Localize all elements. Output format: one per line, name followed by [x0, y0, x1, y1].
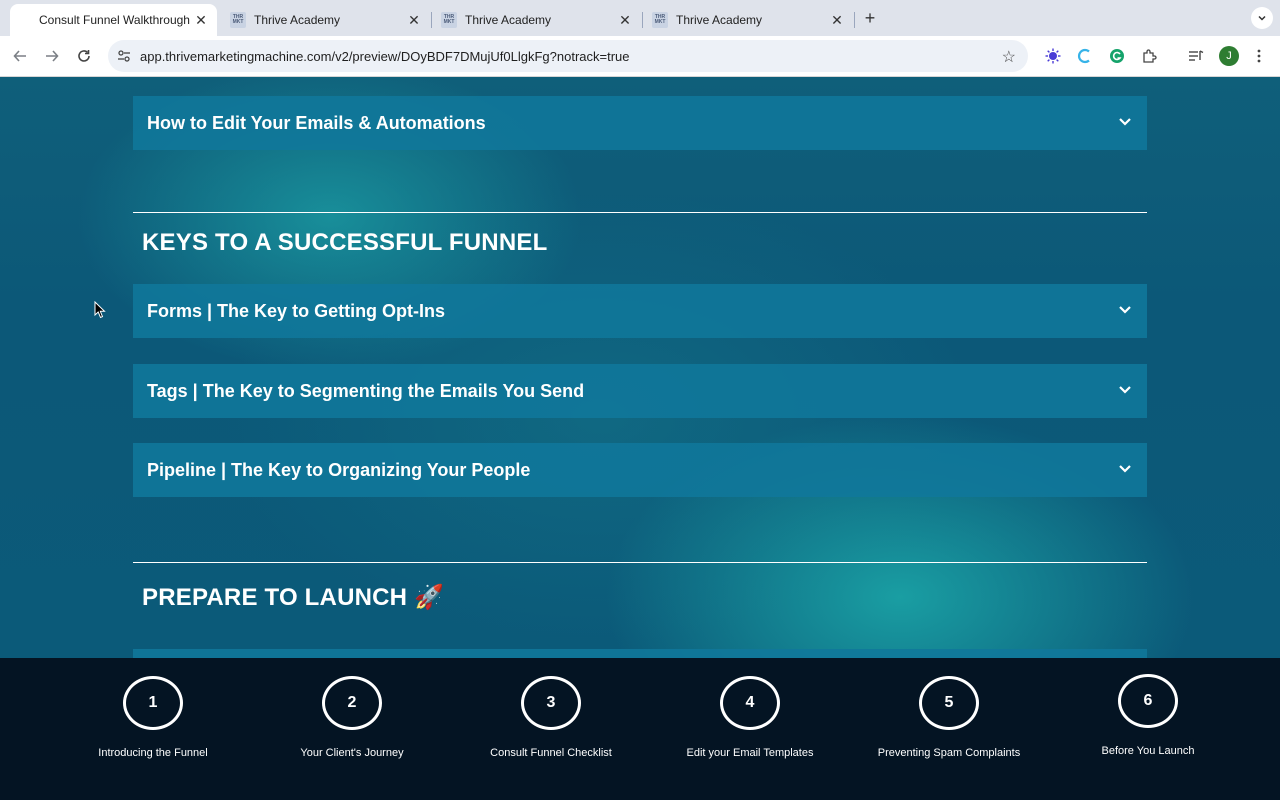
tab-separator	[854, 12, 855, 28]
step-label: Edit your Email Templates	[686, 747, 814, 759]
step-4[interactable]: 4 Edit your Email Templates	[670, 676, 830, 759]
step-2[interactable]: 2 Your Client's Journey	[272, 676, 432, 759]
chevron-down-icon	[1115, 380, 1135, 400]
tab-title: Thrive Academy	[676, 13, 763, 27]
accordion-forms[interactable]: Forms | The Key to Getting Opt-Ins	[133, 284, 1147, 338]
extension-c-icon[interactable]	[1075, 46, 1095, 66]
step-6[interactable]: 6 Before You Launch	[1068, 674, 1228, 757]
step-number: 3	[521, 676, 581, 730]
profile-avatar[interactable]: J	[1219, 46, 1239, 66]
step-1[interactable]: 1 Introducing the Funnel	[73, 676, 233, 759]
site-settings-icon[interactable]	[116, 48, 132, 64]
step-number: 4	[720, 676, 780, 730]
step-label: Before You Launch	[1101, 745, 1195, 757]
back-arrow-icon[interactable]	[9, 45, 31, 67]
tab-separator	[642, 12, 643, 28]
section-heading-keys: KEYS TO A SUCCESSFUL FUNNEL	[142, 229, 548, 256]
extensions-puzzle-icon[interactable]	[1139, 46, 1159, 66]
page-content: How to Edit Your Emails & Automations KE…	[0, 77, 1280, 658]
new-tab-icon[interactable]: +	[860, 8, 880, 28]
bookmark-star-icon[interactable]: ☆	[1002, 47, 1016, 67]
accordion-pipeline[interactable]: Pipeline | The Key to Organizing Your Pe…	[133, 443, 1147, 497]
section-heading-launch: PREPARE TO LAUNCH 🚀	[142, 584, 445, 611]
address-bar[interactable]: app.thrivemarketingmachine.com/v2/previe…	[108, 40, 1028, 72]
tab-thrive-academy-2[interactable]: THR MKT Thrive Academy ✕	[433, 4, 641, 36]
reload-icon[interactable]	[73, 45, 95, 67]
accordion-title: Tags | The Key to Segmenting the Emails …	[147, 380, 585, 401]
thrive-favicon-icon: THR MKT	[652, 12, 668, 28]
step-navigation: 1 Introducing the Funnel 2 Your Client's…	[0, 658, 1280, 800]
chevron-down-icon	[1115, 459, 1135, 479]
tab-search-chevron-icon[interactable]	[1251, 7, 1273, 29]
step-5[interactable]: 5 Preventing Spam Complaints	[869, 676, 1029, 759]
thrive-favicon-icon: THR MKT	[441, 12, 457, 28]
thrive-favicon-icon: THR MKT	[230, 12, 246, 28]
step-3[interactable]: 3 Consult Funnel Checklist	[471, 676, 631, 759]
tab-strip: Consult Funnel Walkthrough ( ✕ THR MKT T…	[0, 0, 1280, 36]
extension-sun-icon[interactable]	[1043, 46, 1063, 66]
chevron-down-icon	[1115, 112, 1135, 132]
step-label: Introducing the Funnel	[98, 747, 208, 759]
close-tab-icon[interactable]: ✕	[829, 12, 845, 28]
close-tab-icon[interactable]: ✕	[406, 12, 422, 28]
tab-thrive-academy-1[interactable]: THR MKT Thrive Academy ✕	[222, 4, 430, 36]
chevron-down-icon	[1115, 300, 1135, 320]
extension-grammarly-icon[interactable]	[1107, 46, 1127, 66]
tab-thrive-academy-3[interactable]: THR MKT Thrive Academy ✕	[644, 4, 853, 36]
accordion-title: Pipeline | The Key to Organizing Your Pe…	[147, 459, 531, 480]
accordion-title: Forms | The Key to Getting Opt-Ins	[147, 300, 446, 321]
section-divider	[133, 212, 1147, 213]
close-tab-icon[interactable]: ✕	[617, 12, 633, 28]
tab-title: Thrive Academy	[254, 13, 341, 27]
accordion-partial[interactable]	[133, 649, 1147, 658]
browser-menu-icon[interactable]	[1249, 46, 1269, 66]
close-tab-icon[interactable]: ✕	[193, 12, 209, 28]
step-number: 6	[1118, 674, 1178, 728]
accordion-tags[interactable]: Tags | The Key to Segmenting the Emails …	[133, 364, 1147, 418]
reading-list-icon[interactable]	[1186, 46, 1206, 66]
tab-title: Thrive Academy	[465, 13, 552, 27]
step-label: Consult Funnel Checklist	[490, 747, 612, 759]
step-label: Preventing Spam Complaints	[877, 747, 1021, 759]
tab-separator	[431, 12, 432, 28]
browser-toolbar: app.thrivemarketingmachine.com/v2/previe…	[0, 36, 1280, 77]
step-number: 1	[123, 676, 183, 730]
forward-arrow-icon[interactable]	[41, 45, 63, 67]
tab-title: Consult Funnel Walkthrough (	[39, 13, 193, 27]
url-text: app.thrivemarketingmachine.com/v2/previe…	[140, 48, 630, 64]
step-number: 5	[919, 676, 979, 730]
accordion-title: How to Edit Your Emails & Automations	[147, 112, 486, 133]
tab-consult-funnel[interactable]: Consult Funnel Walkthrough ( ✕	[10, 4, 217, 36]
step-number: 2	[322, 676, 382, 730]
accordion-edit-emails[interactable]: How to Edit Your Emails & Automations	[133, 96, 1147, 150]
mouse-cursor-icon	[94, 301, 106, 319]
section-divider	[133, 562, 1147, 563]
step-label: Your Client's Journey	[300, 747, 404, 759]
